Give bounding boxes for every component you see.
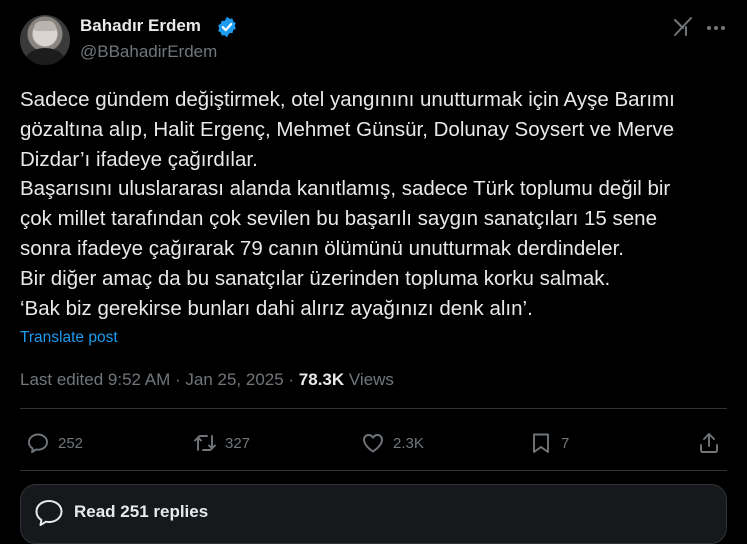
author-display-name[interactable]: Bahadır Erdem	[80, 16, 201, 36]
like-count: 2.3K	[393, 434, 424, 452]
translate-post-link[interactable]: Translate post	[20, 329, 118, 347]
post-line: Başarısını uluslararası alanda kanıtlamı…	[20, 177, 671, 201]
repost-count: 327	[225, 434, 251, 452]
avatar-hair	[34, 21, 56, 31]
bookmark-button[interactable]: 7	[529, 429, 569, 457]
post-line: ‘Bak biz gerekirse bunları dahi alırız a…	[20, 296, 533, 320]
bookmark-icon	[533, 433, 549, 453]
repost-button[interactable]: 327	[193, 429, 250, 457]
divider	[20, 408, 727, 409]
share-button[interactable]	[697, 429, 721, 457]
like-button[interactable]: 2.3K	[361, 429, 424, 457]
read-replies-button[interactable]: Read 251 replies	[20, 484, 727, 544]
repost-icon	[194, 435, 216, 451]
avatar[interactable]	[20, 15, 70, 65]
share-icon	[700, 433, 718, 453]
views-count: 78.3K	[298, 370, 345, 389]
post-line: Sadece gündem değiştirmek, otel yangının…	[20, 88, 675, 111]
post-line: Bir diğer amaç da bu sanatçılar üzerinde…	[20, 266, 611, 290]
bookmark-count: 7	[561, 434, 570, 452]
heart-icon	[363, 434, 383, 453]
author-handle[interactable]: @BBahadirErdem	[80, 42, 217, 62]
verified-badge-icon	[218, 16, 236, 38]
grok-icon[interactable]	[672, 15, 694, 37]
reply-count: 252	[58, 434, 84, 452]
read-replies-label: Read 251 replies	[74, 502, 209, 521]
avatar-shoulders	[25, 48, 65, 65]
divider	[20, 470, 727, 471]
post-line: çok millet tarafından çok sevilen bu baş…	[20, 207, 657, 231]
post-line: Dizdar’ı ifadeye çağırdılar.	[20, 147, 258, 171]
post-line: sonra ifadeye çağırarak 79 canın ölümünü…	[20, 236, 624, 260]
chat-bubble-icon	[35, 500, 63, 526]
post-line: gözaltına alıp, Halit Ergenç, Mehmet Gün…	[20, 117, 675, 141]
post-meta: Last edited 9:52 AM · Jan 25, 2025 · 78.…	[20, 370, 394, 390]
views-label: Views	[344, 370, 394, 389]
edited-timestamp[interactable]: Last edited 9:52 AM · Jan 25, 2025 ·	[20, 370, 299, 389]
reply-icon	[28, 433, 48, 453]
more-options-icon[interactable]	[705, 17, 727, 39]
reply-button[interactable]: 252	[26, 429, 83, 457]
post-text: Sadece gündem değiştirmek, otel yangının…	[20, 85, 730, 323]
